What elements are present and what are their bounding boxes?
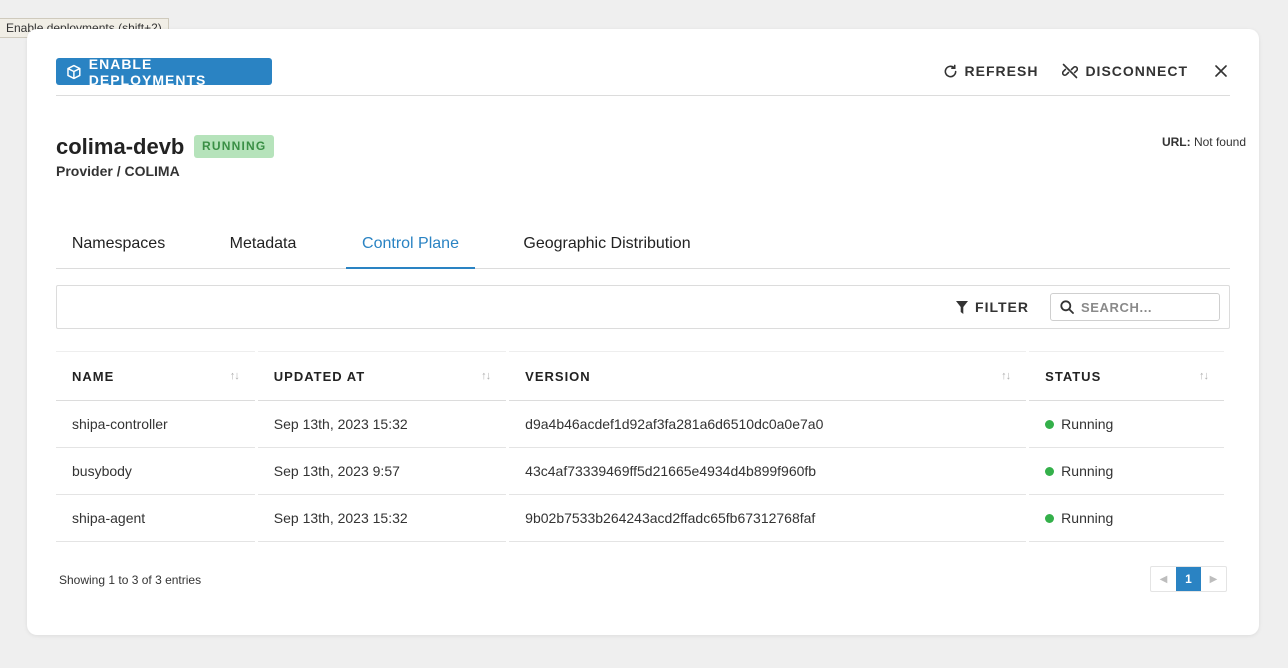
next-page-button[interactable]: ▶ — [1201, 567, 1226, 591]
sort-icon[interactable]: ↑↓ — [230, 370, 240, 382]
cell-status: Running — [1029, 495, 1224, 542]
column-header-updated-at[interactable]: UPDATED AT ↑↓ — [257, 351, 507, 401]
filter-button[interactable]: FILTER — [956, 299, 1029, 315]
search-input[interactable] — [1081, 299, 1206, 315]
column-header-label: UPDATED AT — [273, 368, 366, 384]
control-plane-table: NAME ↑↓ UPDATED AT ↑↓ VERSION ↑↓ STATUS ↑↓ s… — [53, 351, 1227, 542]
refresh-label: REFRESH — [964, 63, 1039, 79]
sort-icon[interactable]: ↑↓ — [481, 370, 491, 382]
unlink-icon — [1062, 63, 1079, 79]
sort-icon[interactable]: ↑↓ — [1199, 370, 1209, 382]
sort-icon[interactable]: ↑↓ — [1001, 370, 1011, 382]
status-label: Running — [1061, 463, 1114, 479]
disconnect-button[interactable]: DISCONNECT — [1062, 63, 1188, 79]
table-toolbar: FILTER — [56, 285, 1230, 329]
url-value: Not found — [1193, 135, 1246, 149]
cube-icon — [67, 64, 81, 79]
search-box — [1050, 293, 1220, 321]
page-button-current[interactable]: 1 — [1176, 567, 1201, 591]
tab-namespaces[interactable]: Namespaces — [56, 226, 181, 269]
cell-name: busybody — [56, 448, 255, 495]
close-icon — [1215, 65, 1227, 77]
cell-updated-at: Sep 13th, 2023 15:32 — [257, 401, 507, 448]
status-badge: RUNNING — [194, 135, 275, 158]
status-dot-icon — [1045, 420, 1055, 429]
table-row[interactable]: busybody Sep 13th, 2023 9:57 43c4af73339… — [56, 448, 1224, 495]
table-row[interactable]: shipa-agent Sep 13th, 2023 15:32 9b02b75… — [56, 495, 1224, 542]
url-label: URL: — [1161, 135, 1191, 149]
top-toolbar: ENABLE DEPLOYMENTS REFRESH DISCONNECT — [56, 29, 1230, 96]
close-button[interactable] — [1212, 62, 1230, 80]
cell-status: Running — [1029, 401, 1224, 448]
cell-version: 43c4af73339469ff5d21665e4934d4b899f960fb — [509, 448, 1027, 495]
cell-name: shipa-controller — [56, 401, 255, 448]
column-header-name[interactable]: NAME ↑↓ — [56, 351, 255, 401]
cluster-name: colima-devb — [56, 134, 185, 159]
column-header-label: STATUS — [1045, 368, 1102, 384]
refresh-icon — [944, 64, 956, 77]
top-actions: REFRESH DISCONNECT — [943, 62, 1230, 80]
cell-status: Running — [1029, 448, 1224, 495]
chevron-left-icon: ◀ — [1159, 573, 1168, 585]
table-row[interactable]: shipa-controller Sep 13th, 2023 15:32 d9… — [56, 401, 1224, 448]
status-label: Running — [1061, 510, 1114, 526]
status-dot-icon — [1045, 514, 1055, 523]
column-header-version[interactable]: VERSION ↑↓ — [509, 351, 1027, 401]
filter-label: FILTER — [975, 299, 1029, 315]
entries-summary: Showing 1 to 3 of 3 entries — [59, 573, 202, 587]
column-header-status[interactable]: STATUS ↑↓ — [1029, 351, 1224, 401]
refresh-button[interactable]: REFRESH — [943, 63, 1039, 79]
search-icon — [1060, 300, 1074, 314]
filter-icon — [956, 300, 969, 314]
pagination: ◀ 1 ▶ — [1150, 566, 1227, 592]
cluster-detail-card: ENABLE DEPLOYMENTS REFRESH DISCONNECT co… — [27, 29, 1259, 635]
cell-updated-at: Sep 13th, 2023 9:57 — [257, 448, 507, 495]
previous-page-button[interactable]: ◀ — [1151, 567, 1176, 591]
cell-version: d9a4b46acdef1d92af3fa281a6d6510dc0a0e7a0 — [509, 401, 1027, 448]
enable-deployments-button[interactable]: ENABLE DEPLOYMENTS — [56, 55, 272, 88]
tab-metadata[interactable]: Metadata — [212, 226, 314, 269]
disconnect-label: DISCONNECT — [1085, 63, 1188, 79]
provider-label: Provider / COLIMA — [56, 163, 180, 179]
column-header-label: NAME — [72, 368, 115, 384]
cell-name: shipa-agent — [56, 495, 255, 542]
chevron-right-icon: ▶ — [1209, 573, 1218, 585]
tab-bar: Namespaces Metadata Control Plane Geogra… — [56, 226, 1230, 269]
enable-deployments-label: ENABLE DEPLOYMENTS — [88, 55, 207, 88]
table-header-row: NAME ↑↓ UPDATED AT ↑↓ VERSION ↑↓ STATUS ↑↓ — [56, 351, 1224, 401]
status-label: Running — [1061, 416, 1114, 432]
cell-version: 9b02b7533b264243acd2ffadc65fb67312768faf — [509, 495, 1027, 542]
status-dot-icon — [1045, 467, 1055, 476]
column-header-label: VERSION — [525, 368, 591, 384]
url-info: URL: Not found — [1162, 135, 1246, 149]
tab-control-plane[interactable]: Control Plane — [346, 226, 475, 269]
tab-geographic-distribution[interactable]: Geographic Distribution — [506, 226, 708, 269]
cell-updated-at: Sep 13th, 2023 15:32 — [257, 495, 507, 542]
